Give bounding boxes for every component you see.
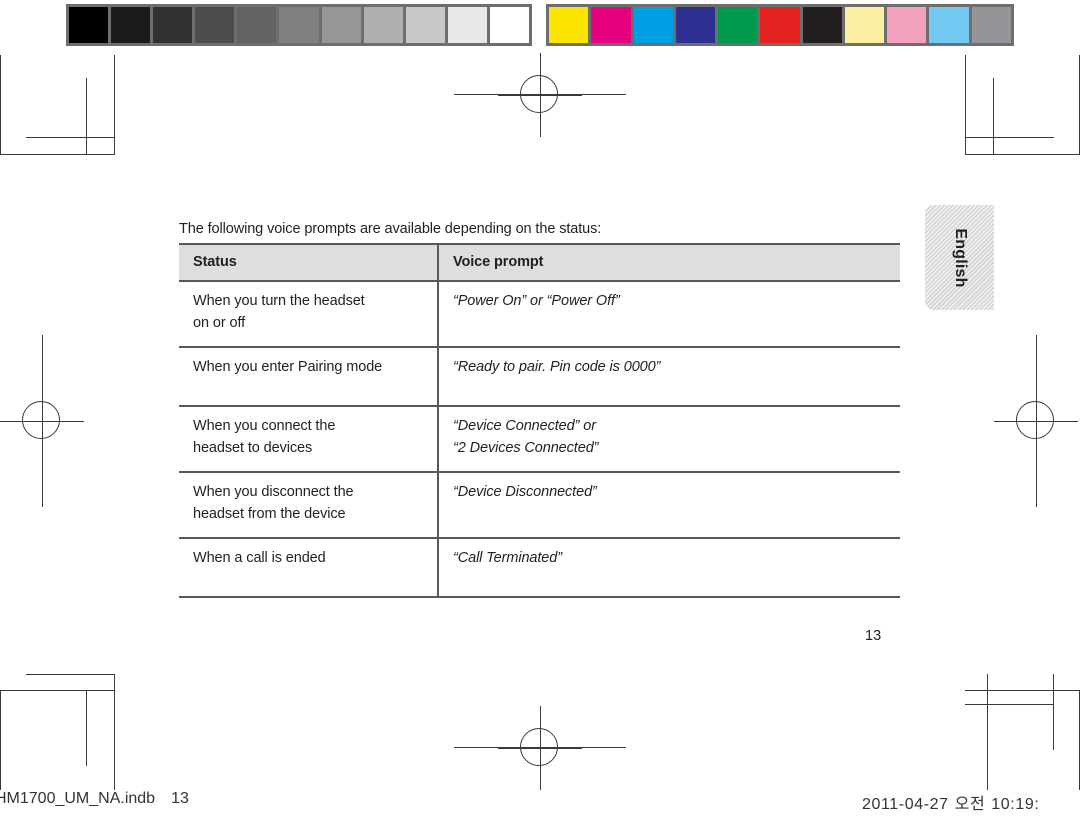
cell-status: When a call is ended — [179, 537, 438, 599]
crop-mark-bottom-left-horizontal-outer — [0, 690, 115, 691]
table-row: When you disconnect the headset from the… — [179, 471, 900, 539]
registration-mark-top-center — [498, 53, 582, 137]
status-line: When you turn the headset — [193, 293, 365, 310]
column-header-status: Status — [179, 242, 438, 283]
table-header-row: Status Voice prompt — [179, 242, 900, 283]
crop-mark-top-left-vertical-outer — [0, 55, 1, 155]
registration-extension-bottom-center — [454, 747, 626, 748]
footer-date: 2011-04-27 — [862, 796, 949, 813]
status-line: headset to devices — [193, 440, 313, 457]
gray-swatch-8 — [405, 7, 445, 43]
crop-mark-bottom-left-vertical-inner — [114, 674, 115, 790]
color-swatch-3 — [675, 7, 716, 43]
crop-mark-bottom-left-horizontal-inner — [26, 674, 115, 675]
crop-mark-top-right-horizontal-inner — [965, 137, 1054, 138]
voice-prompt-line: “Device Connected” or — [453, 418, 596, 435]
color-swatch-10 — [971, 7, 1011, 43]
registration-extension-left-center — [42, 335, 43, 507]
intro-paragraph: The following voice prompts are availabl… — [179, 220, 602, 237]
footer-file-page: 13 — [171, 790, 189, 807]
color-swatch-8 — [887, 7, 927, 43]
gray-swatch-6 — [321, 7, 361, 43]
voice-prompt-line: “Power On” or “Power Off” — [453, 293, 620, 310]
footer-ampm: 오전 — [954, 796, 986, 813]
footer-timestamp: 2011-04-27 오전 10:19: — [862, 790, 1039, 814]
registration-extension-top-center — [454, 94, 626, 95]
cell-status: When you turn the headset on or off — [179, 280, 438, 348]
registration-extension-right-center — [1036, 335, 1037, 507]
crop-mark-top-right-vertical-inner — [965, 55, 966, 155]
footer-file-info: HM1700_UM_NA.indb 13 — [0, 790, 189, 808]
color-swatch-2 — [633, 7, 673, 43]
status-line: When a call is ended — [193, 550, 326, 567]
cell-voice-prompt: “Device Connected” or “2 Devices Connect… — [437, 405, 900, 473]
table-body: When you turn the headset on or off “Pow… — [179, 280, 900, 599]
voice-prompt-line: “Device Disconnected” — [453, 484, 597, 501]
registration-circle — [22, 401, 60, 439]
language-tab-label: English — [951, 227, 969, 288]
gray-swatch-7 — [363, 7, 403, 43]
status-line: When you connect the — [193, 418, 336, 435]
status-line: on or off — [193, 315, 246, 332]
table-row: When a call is ended “Call Terminated” — [179, 537, 900, 599]
cell-voice-prompt: “Power On” or “Power Off” — [437, 280, 900, 348]
crop-mark-top-left-tick — [86, 78, 87, 154]
footer-filename: HM1700_UM_NA.indb — [0, 790, 156, 807]
voice-prompt-table: Status Voice prompt When you turn the he… — [179, 242, 900, 599]
crop-mark-top-right-horizontal-outer — [965, 154, 1080, 155]
gray-swatch-3 — [195, 7, 235, 43]
crop-mark-bottom-right-horizontal-outer — [965, 690, 1080, 691]
cell-status: When you disconnect the headset from the… — [179, 471, 438, 539]
gray-swatch-9 — [447, 7, 487, 43]
column-header-voice-prompt: Voice prompt — [437, 242, 900, 283]
color-swatch-9 — [929, 7, 969, 43]
status-line: headset from the device — [193, 506, 346, 523]
crop-mark-bottom-right-vertical-inner — [987, 674, 988, 790]
crop-mark-top-left-vertical-inner — [114, 55, 115, 155]
table-row: When you connect the headset to devices … — [179, 405, 900, 473]
gray-swatch-0 — [69, 7, 109, 43]
registration-mark-bottom-center — [498, 706, 582, 790]
cell-status: When you connect the headset to devices — [179, 405, 438, 473]
gray-swatch-5 — [279, 7, 319, 43]
color-swatch-6 — [802, 7, 842, 43]
crop-mark-bottom-right-horizontal-inner — [965, 704, 1054, 705]
color-swatch-4 — [718, 7, 758, 43]
registration-circle — [1016, 401, 1054, 439]
voice-prompt-line: “Ready to pair. Pin code is 0000” — [453, 359, 661, 376]
gray-swatch-10 — [489, 7, 530, 43]
table-row: When you turn the headset on or off “Pow… — [179, 280, 900, 348]
footer-time: 10:19: — [991, 796, 1040, 813]
color-swatch-7 — [844, 7, 885, 43]
voice-prompt-line: “2 Devices Connected” — [453, 440, 599, 457]
gray-swatch-4 — [237, 7, 277, 43]
status-line: When you disconnect the — [193, 484, 354, 501]
color-swatch-5 — [760, 7, 800, 43]
crop-mark-top-right-tick — [993, 78, 994, 154]
cell-status: When you enter Pairing mode — [179, 346, 438, 407]
color-swatch-1 — [591, 7, 631, 43]
color-swatch-0 — [549, 7, 589, 43]
gray-swatch-1 — [111, 7, 151, 43]
grayscale-calibration-strip — [66, 4, 532, 46]
crop-mark-bottom-left-vertical-outer — [0, 690, 1, 790]
color-calibration-strip — [546, 4, 1014, 46]
table-row: When you enter Pairing mode “Ready to pa… — [179, 346, 900, 407]
voice-prompt-line: “Call Terminated” — [453, 550, 562, 567]
crop-mark-top-left-horizontal-inner — [26, 137, 115, 138]
cell-voice-prompt: “Call Terminated” — [437, 537, 900, 599]
status-line: When you enter Pairing mode — [193, 359, 383, 376]
page-number: 13 — [865, 628, 882, 644]
cell-voice-prompt: “Device Disconnected” — [437, 471, 900, 539]
cell-voice-prompt: “Ready to pair. Pin code is 0000” — [437, 346, 900, 407]
gray-swatch-2 — [153, 7, 193, 43]
language-tab: English — [925, 205, 994, 310]
crop-mark-bottom-left-tick — [86, 690, 87, 766]
crop-mark-bottom-right-tick — [1053, 674, 1054, 750]
crop-mark-top-left-horizontal-outer — [0, 154, 115, 155]
